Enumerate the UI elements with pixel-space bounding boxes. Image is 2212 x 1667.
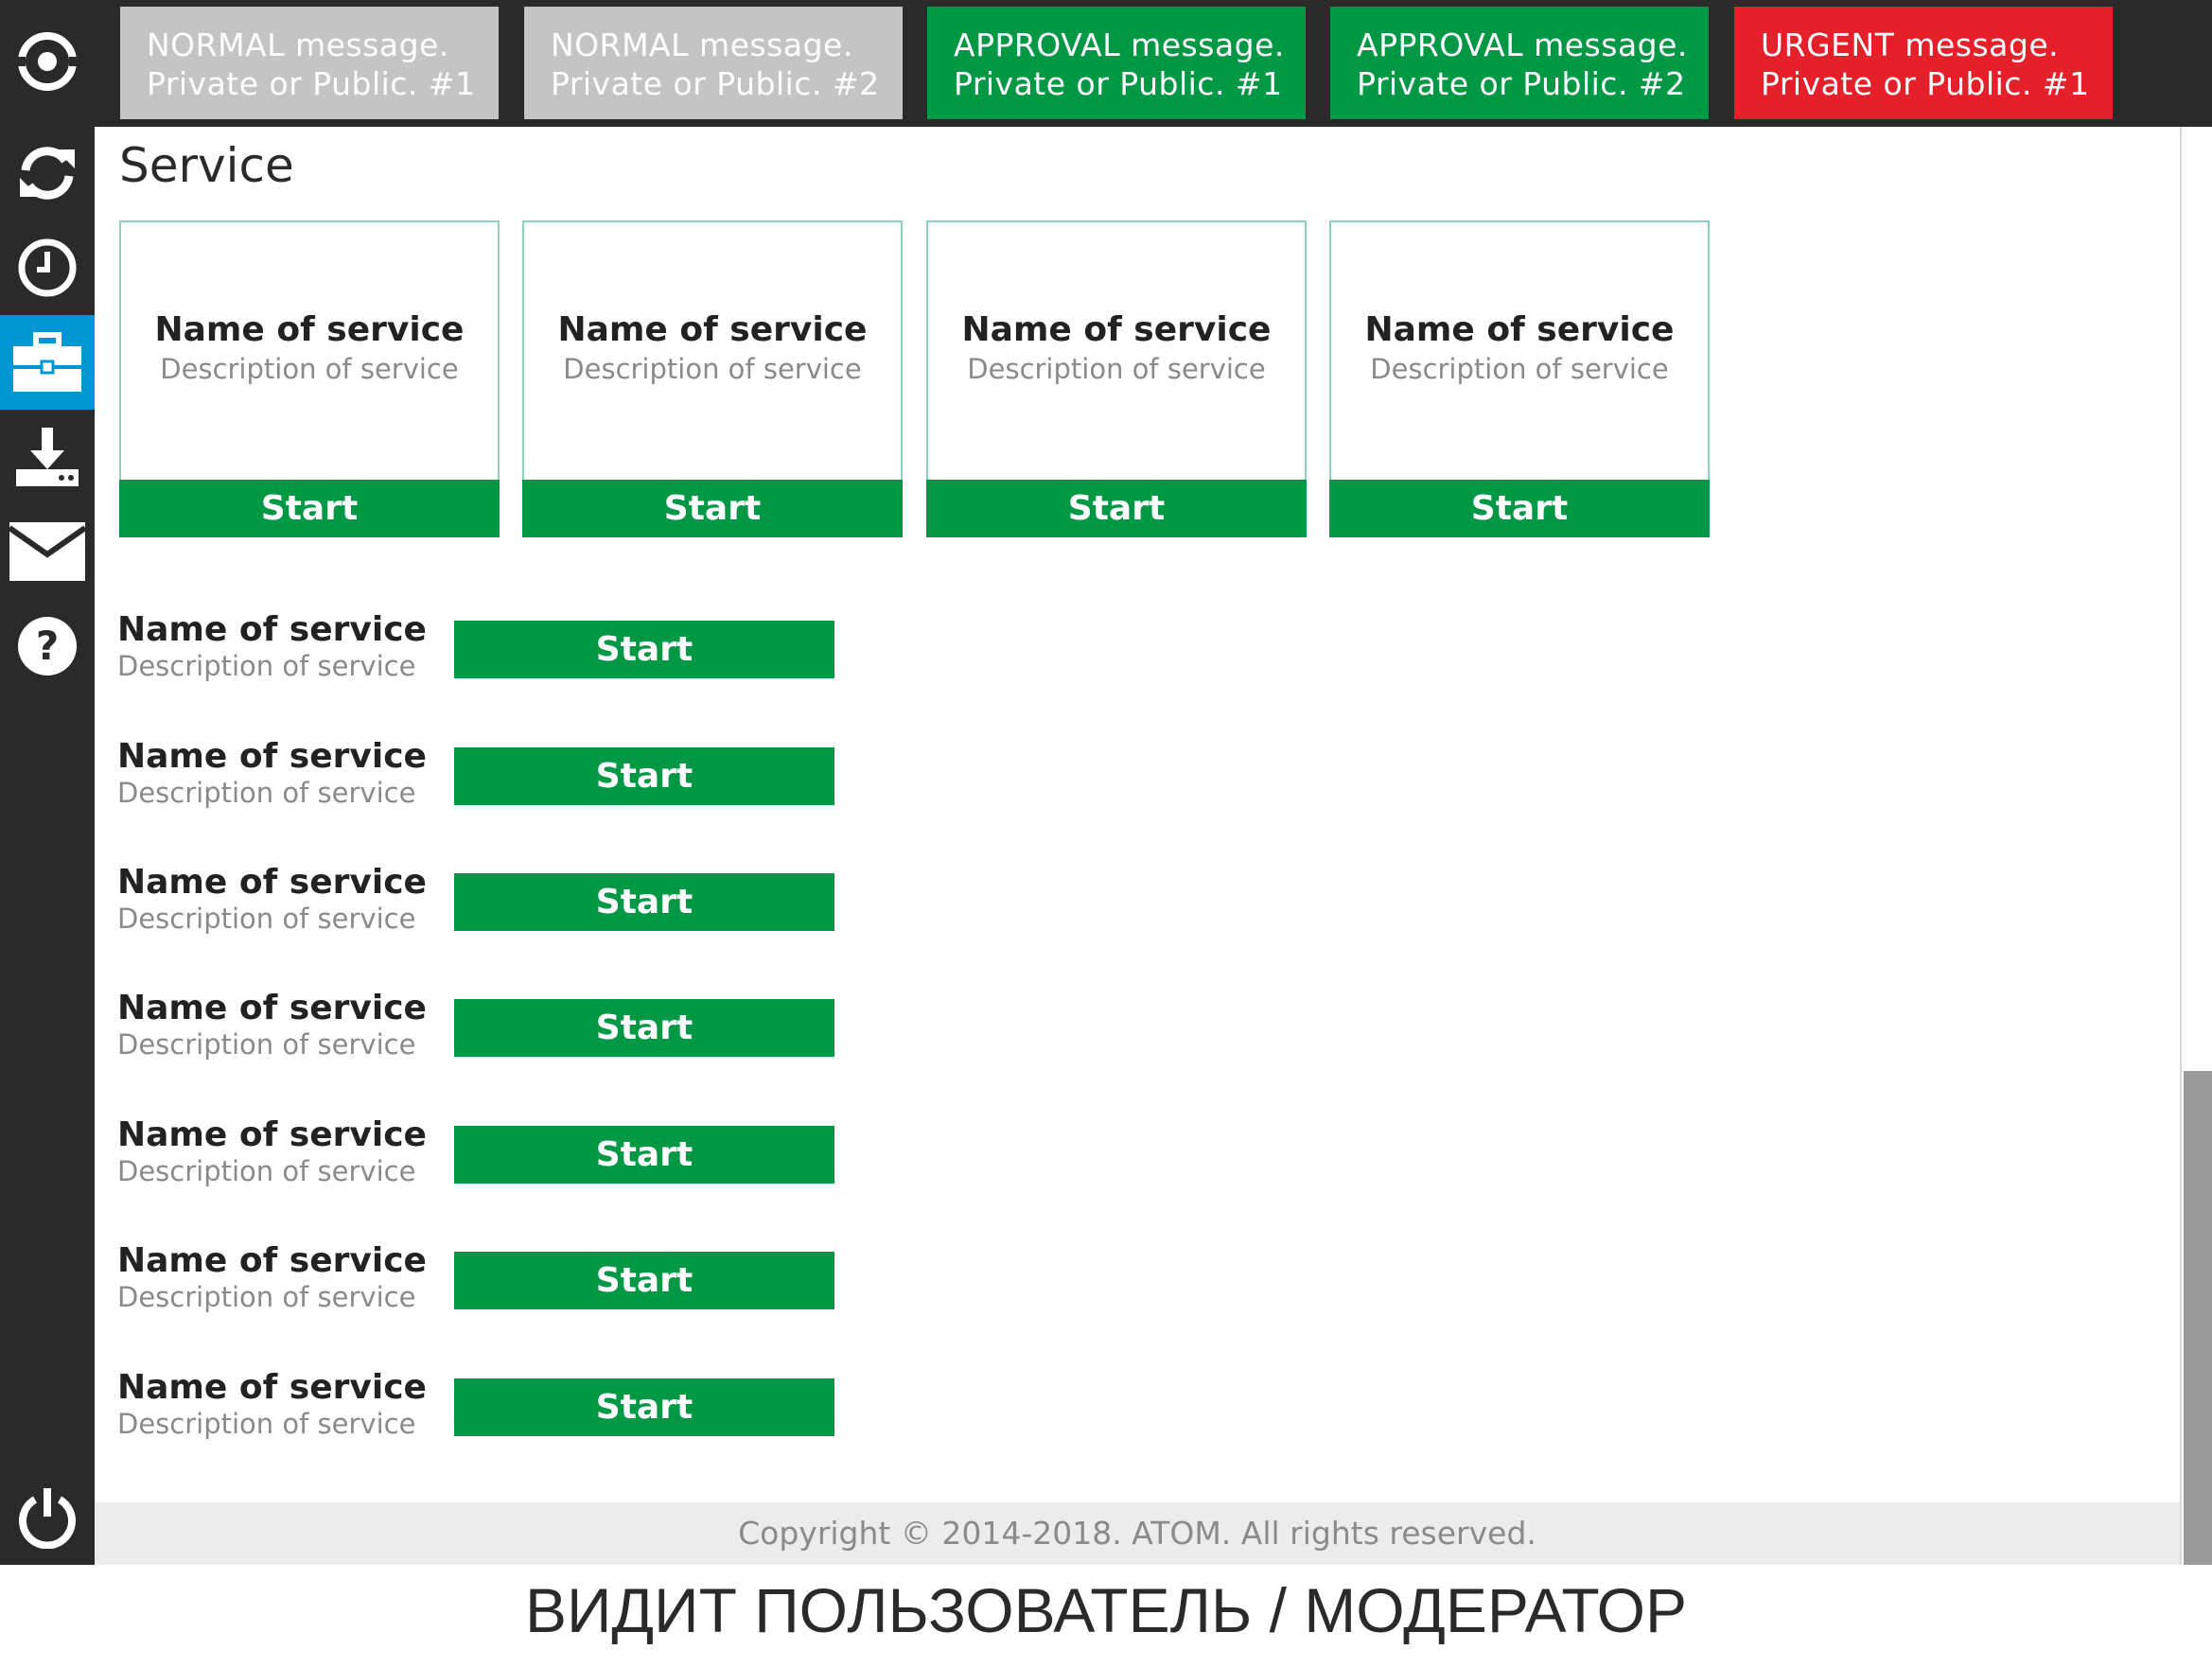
sidebar-item-services[interactable]	[0, 315, 95, 410]
service-row: Name of service Description of service S…	[117, 864, 874, 949]
service-name: Name of service	[117, 737, 427, 776]
start-button[interactable]: Start	[454, 873, 834, 931]
sidebar-item-logout[interactable]	[0, 1470, 95, 1565]
message-line1: APPROVAL message.	[1357, 26, 1688, 63]
message-line1: APPROVAL message.	[954, 26, 1285, 63]
service-description: Description of service	[117, 1281, 416, 1313]
service-description: Description of service	[117, 1155, 416, 1187]
mail-icon	[9, 522, 86, 581]
service-name: Name of service	[154, 310, 465, 349]
service-card: Name of service Description of service S…	[522, 220, 903, 537]
service-name: Name of service	[1364, 310, 1675, 349]
service-name: Name of service	[557, 310, 868, 349]
service-row: Name of service Description of service S…	[117, 1369, 874, 1454]
card-body: Name of service Description of service	[524, 222, 901, 481]
approval-message-1[interactable]: APPROVAL message. Private or Public. #1	[927, 7, 1306, 119]
sidebar-item-history[interactable]	[0, 220, 95, 315]
service-row: Name of service Description of service S…	[117, 990, 874, 1075]
main-content: Service Name of service Description of s…	[95, 127, 2180, 1565]
service-row: Name of service Description of service S…	[117, 611, 874, 696]
eye-icon	[16, 32, 79, 91]
start-button[interactable]: Start	[454, 1126, 834, 1184]
sync-icon	[20, 147, 75, 200]
page-title: Service	[119, 138, 294, 193]
service-name: Name of service	[117, 1115, 427, 1154]
service-description: Description of service	[1370, 353, 1669, 385]
service-name: Name of service	[117, 989, 427, 1027]
footer-copyright: Copyright © 2014-2018. ATOM. All rights …	[95, 1502, 2180, 1565]
service-row: Name of service Description of service S…	[117, 1116, 874, 1202]
message-line1: NORMAL message.	[147, 26, 449, 63]
service-name: Name of service	[117, 1241, 427, 1280]
message-line2: Private or Public. #1	[954, 65, 1283, 102]
service-description: Description of service	[117, 650, 416, 682]
sidebar: ?	[0, 0, 95, 1565]
card-body: Name of service Description of service	[121, 222, 498, 481]
start-button[interactable]: Start	[454, 1252, 834, 1309]
caption: ВИДИТ ПОЛЬЗОВАТЕЛЬ / МОДЕРАТОР	[524, 1575, 1688, 1645]
start-button[interactable]: Start	[454, 999, 834, 1057]
service-row: Name of service Description of service S…	[117, 738, 874, 823]
service-description: Description of service	[160, 353, 459, 385]
urgent-message-1[interactable]: URGENT message. Private or Public. #1	[1734, 7, 2113, 119]
start-button[interactable]: Start	[454, 1378, 834, 1436]
message-line1: URGENT message.	[1761, 26, 2060, 63]
briefcase-icon	[13, 332, 81, 392]
normal-message-2[interactable]: NORMAL message. Private or Public. #2	[524, 7, 903, 119]
card-body: Name of service Description of service	[1331, 222, 1708, 481]
normal-message-1[interactable]: NORMAL message. Private or Public. #1	[120, 7, 499, 119]
service-card: Name of service Description of service S…	[1329, 220, 1710, 537]
message-line2: Private or Public. #1	[147, 65, 476, 102]
clock-icon	[18, 238, 77, 297]
sidebar-item-view[interactable]	[0, 14, 95, 109]
sidebar-item-downloads[interactable]	[0, 410, 95, 504]
service-description: Description of service	[117, 1028, 416, 1061]
service-row: Name of service Description of service S…	[117, 1242, 874, 1327]
service-name: Name of service	[117, 863, 427, 902]
message-line1: NORMAL message.	[551, 26, 853, 63]
message-line2: Private or Public. #2	[1357, 65, 1686, 102]
scrollbar-thumb[interactable]	[2184, 1071, 2212, 1565]
service-name: Name of service	[117, 610, 427, 649]
service-name: Name of service	[961, 310, 1272, 349]
service-description: Description of service	[563, 353, 862, 385]
service-name: Name of service	[117, 1368, 427, 1407]
approval-message-2[interactable]: APPROVAL message. Private or Public. #2	[1330, 7, 1709, 119]
start-button[interactable]: Start	[522, 480, 903, 537]
card-body: Name of service Description of service	[928, 222, 1305, 481]
sidebar-item-messages[interactable]	[0, 504, 95, 599]
start-button[interactable]: Start	[119, 480, 500, 537]
service-description: Description of service	[117, 1408, 416, 1440]
start-button[interactable]: Start	[926, 480, 1307, 537]
download-icon	[16, 428, 79, 486]
message-line2: Private or Public. #1	[1761, 65, 2090, 102]
scrollbar[interactable]	[2180, 127, 2212, 1565]
power-icon	[19, 1488, 76, 1549]
start-button[interactable]: Start	[1329, 480, 1710, 537]
start-button[interactable]: Start	[454, 747, 834, 805]
service-card: Name of service Description of service S…	[119, 220, 500, 537]
start-button[interactable]: Start	[454, 621, 834, 678]
service-description: Description of service	[117, 777, 416, 809]
help-icon: ?	[18, 617, 77, 676]
message-bar: NORMAL message. Private or Public. #1 NO…	[95, 0, 2212, 127]
service-card: Name of service Description of service S…	[926, 220, 1307, 537]
service-description: Description of service	[967, 353, 1266, 385]
message-line2: Private or Public. #2	[551, 65, 880, 102]
service-description: Description of service	[117, 903, 416, 935]
sidebar-item-sync[interactable]	[0, 126, 95, 220]
svg-text:?: ?	[36, 623, 59, 669]
sidebar-item-help[interactable]: ?	[0, 599, 95, 693]
